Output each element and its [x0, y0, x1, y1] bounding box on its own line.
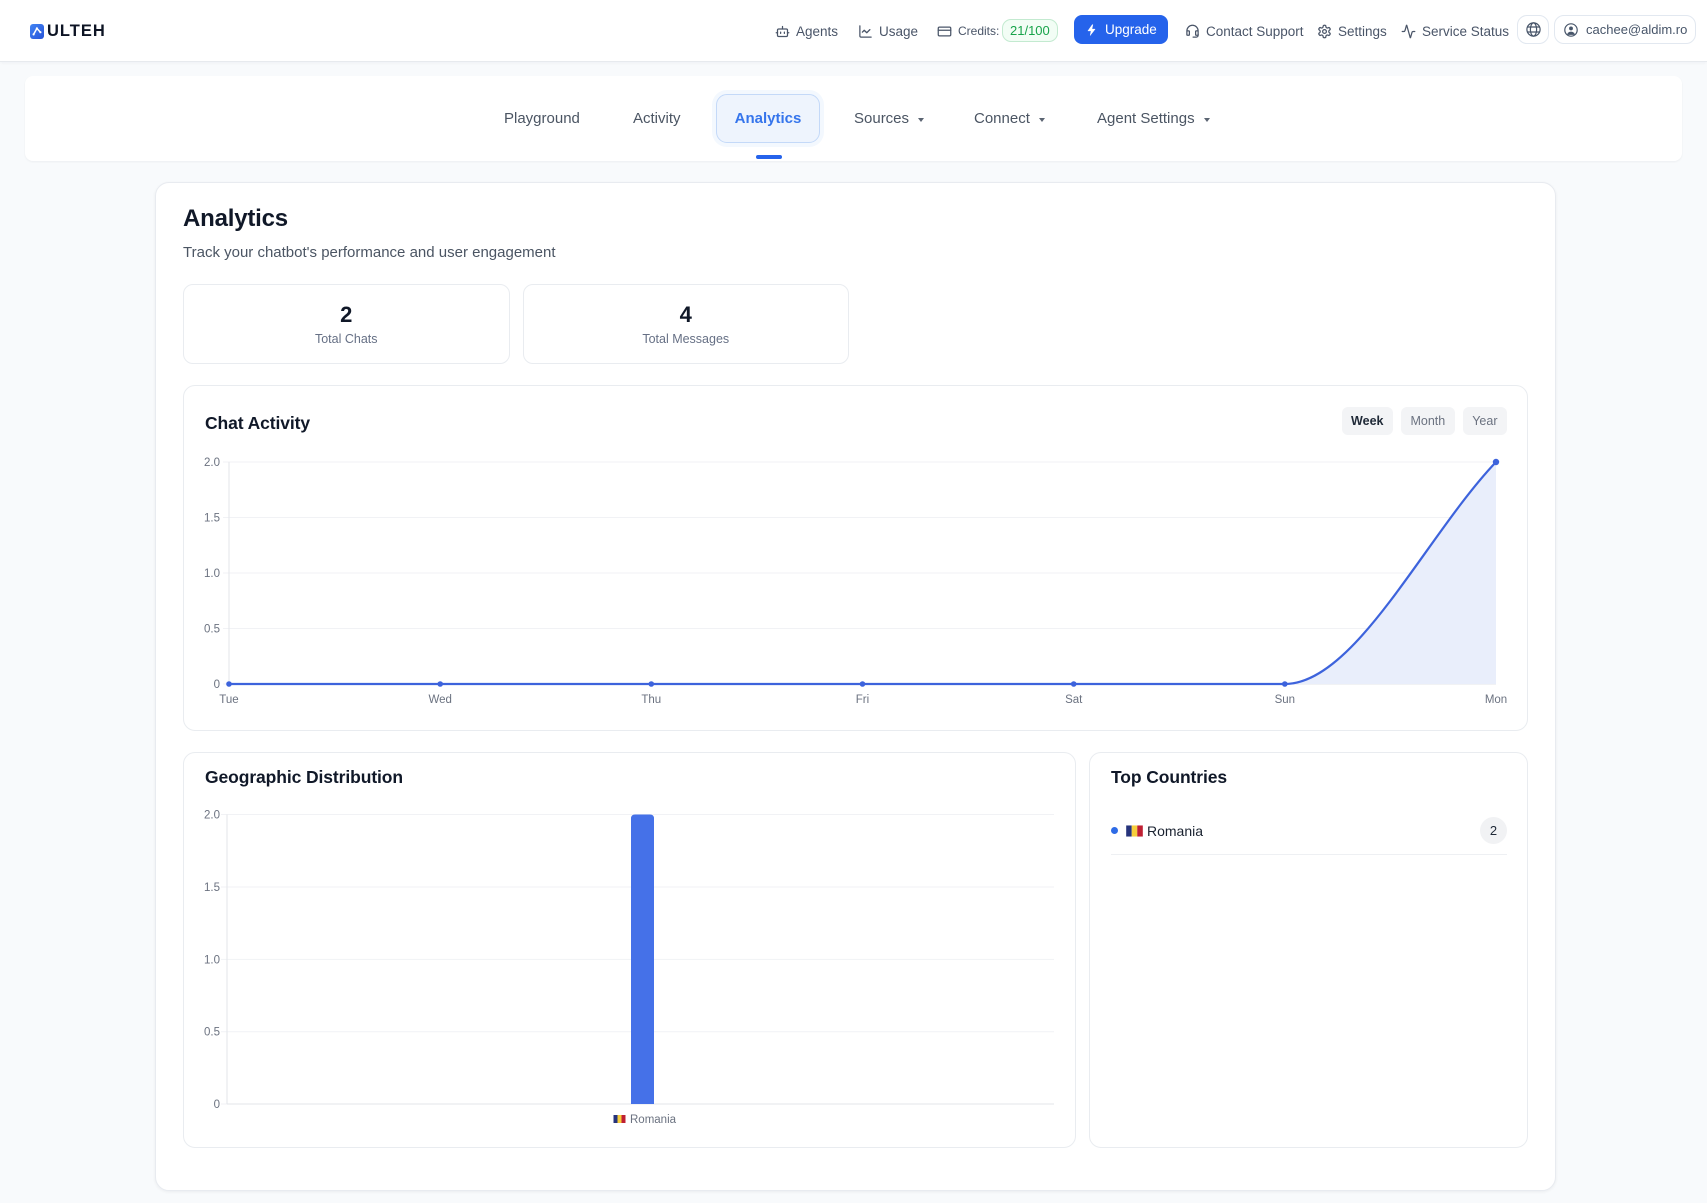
svg-text:Romania: Romania [630, 1114, 677, 1126]
svg-text:0.5: 0.5 [204, 1027, 220, 1039]
svg-text:Wed: Wed [428, 694, 451, 706]
svg-text:1.0: 1.0 [204, 954, 220, 966]
svg-text:1.5: 1.5 [204, 513, 220, 525]
svg-text:Sat: Sat [1065, 694, 1083, 706]
svg-text:1.5: 1.5 [204, 882, 220, 894]
svg-text:Tue: Tue [219, 694, 238, 706]
svg-text:0: 0 [214, 679, 220, 691]
svg-text:Mon: Mon [1485, 694, 1507, 706]
svg-text:0: 0 [214, 1099, 220, 1111]
svg-text:1.0: 1.0 [204, 568, 220, 580]
svg-text:2.0: 2.0 [204, 810, 220, 822]
svg-text:0.5: 0.5 [204, 624, 220, 636]
svg-text:2.0: 2.0 [204, 457, 220, 469]
svg-text:Thu: Thu [641, 694, 661, 706]
svg-text:Fri: Fri [856, 694, 869, 706]
svg-text:Sun: Sun [1275, 694, 1295, 706]
